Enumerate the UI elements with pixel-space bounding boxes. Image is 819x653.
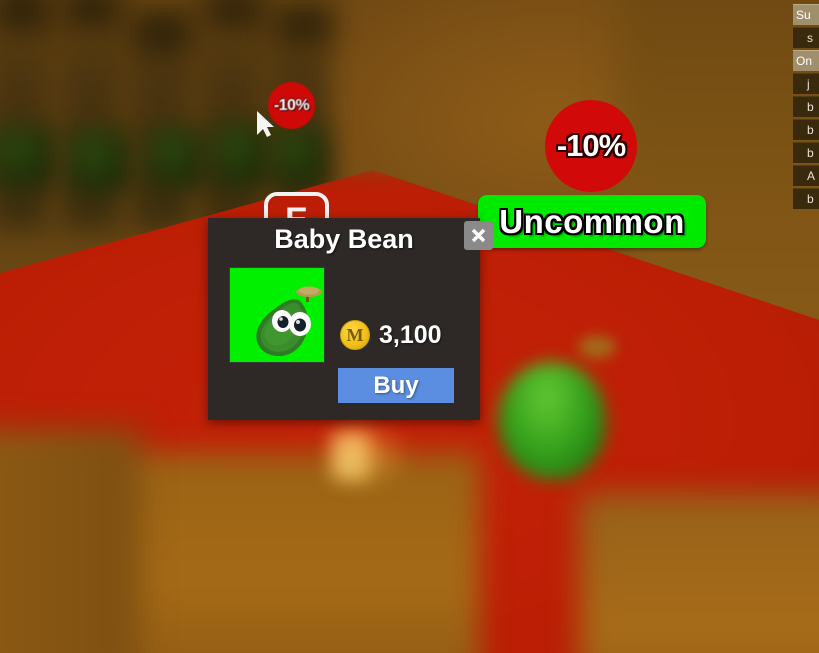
side-list-item-label: A [807, 169, 816, 183]
shelf-produce [272, 128, 326, 186]
rarity-banner: Uncommon [478, 195, 706, 248]
discount-badge-small-label: -10% [273, 96, 310, 114]
wood-floor-strip [0, 430, 140, 653]
price-amount: 3,100 [379, 320, 442, 349]
shelf-shadow [0, 0, 50, 34]
side-list-item-label: j [807, 77, 810, 91]
discount-badge-large: -10% [545, 100, 637, 192]
shelf-shadow [134, 10, 190, 54]
side-list-item[interactable]: b [793, 96, 819, 117]
coin-icon: M [340, 320, 370, 350]
price-row: M 3,100 [340, 320, 442, 350]
shelf-column [62, 0, 120, 230]
side-list-header-label: On [796, 54, 813, 68]
side-list-item[interactable]: b [793, 188, 819, 209]
wood-floor-right [579, 493, 819, 653]
baby-bean-icon [230, 268, 324, 362]
world-bean-hat [578, 336, 616, 358]
close-button[interactable] [464, 221, 493, 250]
side-list-item[interactable]: s [793, 27, 819, 48]
side-list-header[interactable]: Su [793, 4, 819, 25]
side-list-item[interactable]: j [793, 73, 819, 94]
floor-light-core [332, 432, 368, 480]
side-list-item-label: b [807, 123, 814, 137]
shelf-column [202, 0, 260, 230]
side-list-item-label: b [807, 146, 814, 160]
shelf-produce [68, 130, 130, 192]
side-list-item[interactable]: b [793, 119, 819, 140]
side-list-item-label: b [807, 100, 814, 114]
world-bean-character [498, 362, 606, 480]
shelf-produce [148, 128, 206, 188]
close-icon [471, 228, 486, 243]
discount-badge-large-label: -10% [556, 128, 626, 163]
shelf-column [0, 0, 48, 230]
side-list-item[interactable]: b [793, 142, 819, 163]
side-list-item-label: b [807, 192, 814, 206]
shelf-shadow [206, 0, 262, 30]
shelf-shadow [64, 0, 120, 30]
coin-symbol: M [346, 325, 364, 345]
item-thumbnail [229, 267, 325, 363]
buy-button[interactable]: Buy [338, 368, 454, 403]
side-list-panel[interactable]: Su s On j b b b A b [793, 0, 819, 211]
shelf-produce [0, 126, 54, 188]
rarity-label: Uncommon [499, 202, 685, 240]
side-list-item[interactable]: A [793, 165, 819, 186]
side-list-header-label: Su [796, 8, 811, 22]
shelf-shadow [276, 4, 332, 44]
game-screen: Su s On j b b b A b -10% -10% Uncommon E… [0, 0, 819, 653]
purchase-dialog: Baby Bean M 3,100 Buy [208, 218, 493, 420]
dialog-title: Baby Bean [274, 224, 414, 254]
side-list-item-label: s [807, 31, 813, 45]
side-list-header[interactable]: On [793, 50, 819, 71]
